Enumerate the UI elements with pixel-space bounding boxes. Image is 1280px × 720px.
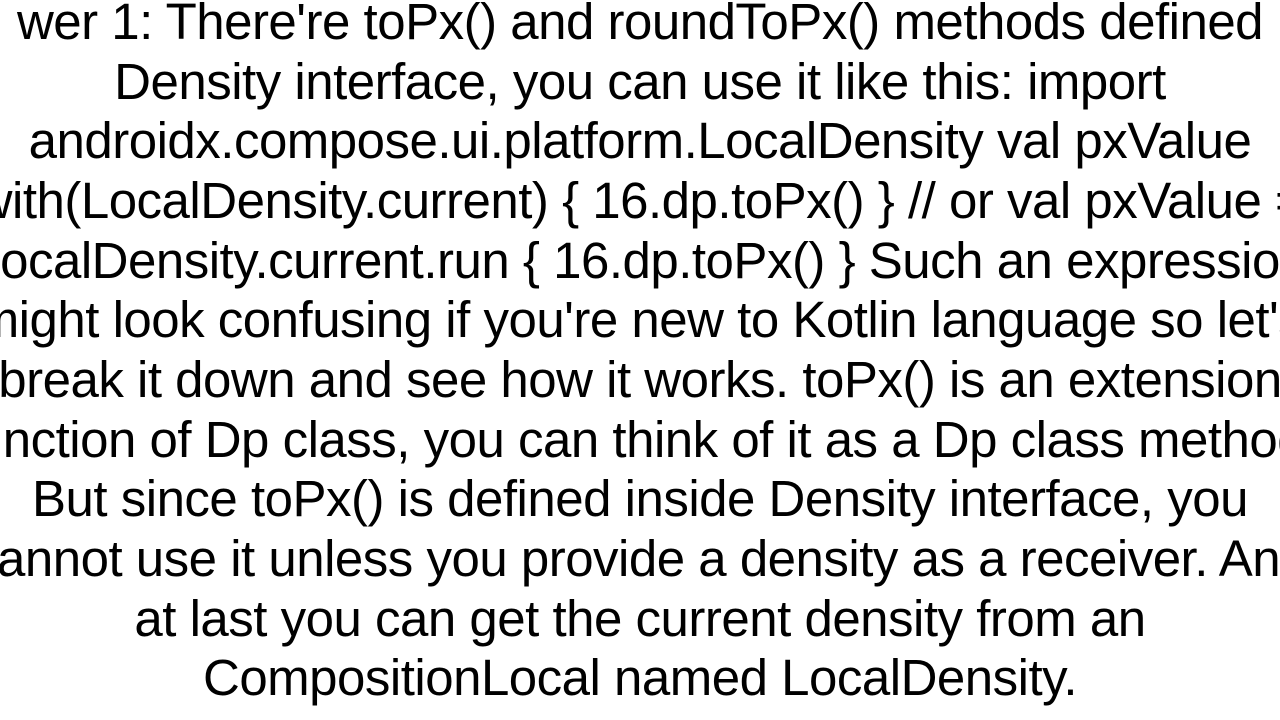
answer-text-block: wer 1: There're toPx() and roundToPx() m… — [0, 0, 1280, 708]
